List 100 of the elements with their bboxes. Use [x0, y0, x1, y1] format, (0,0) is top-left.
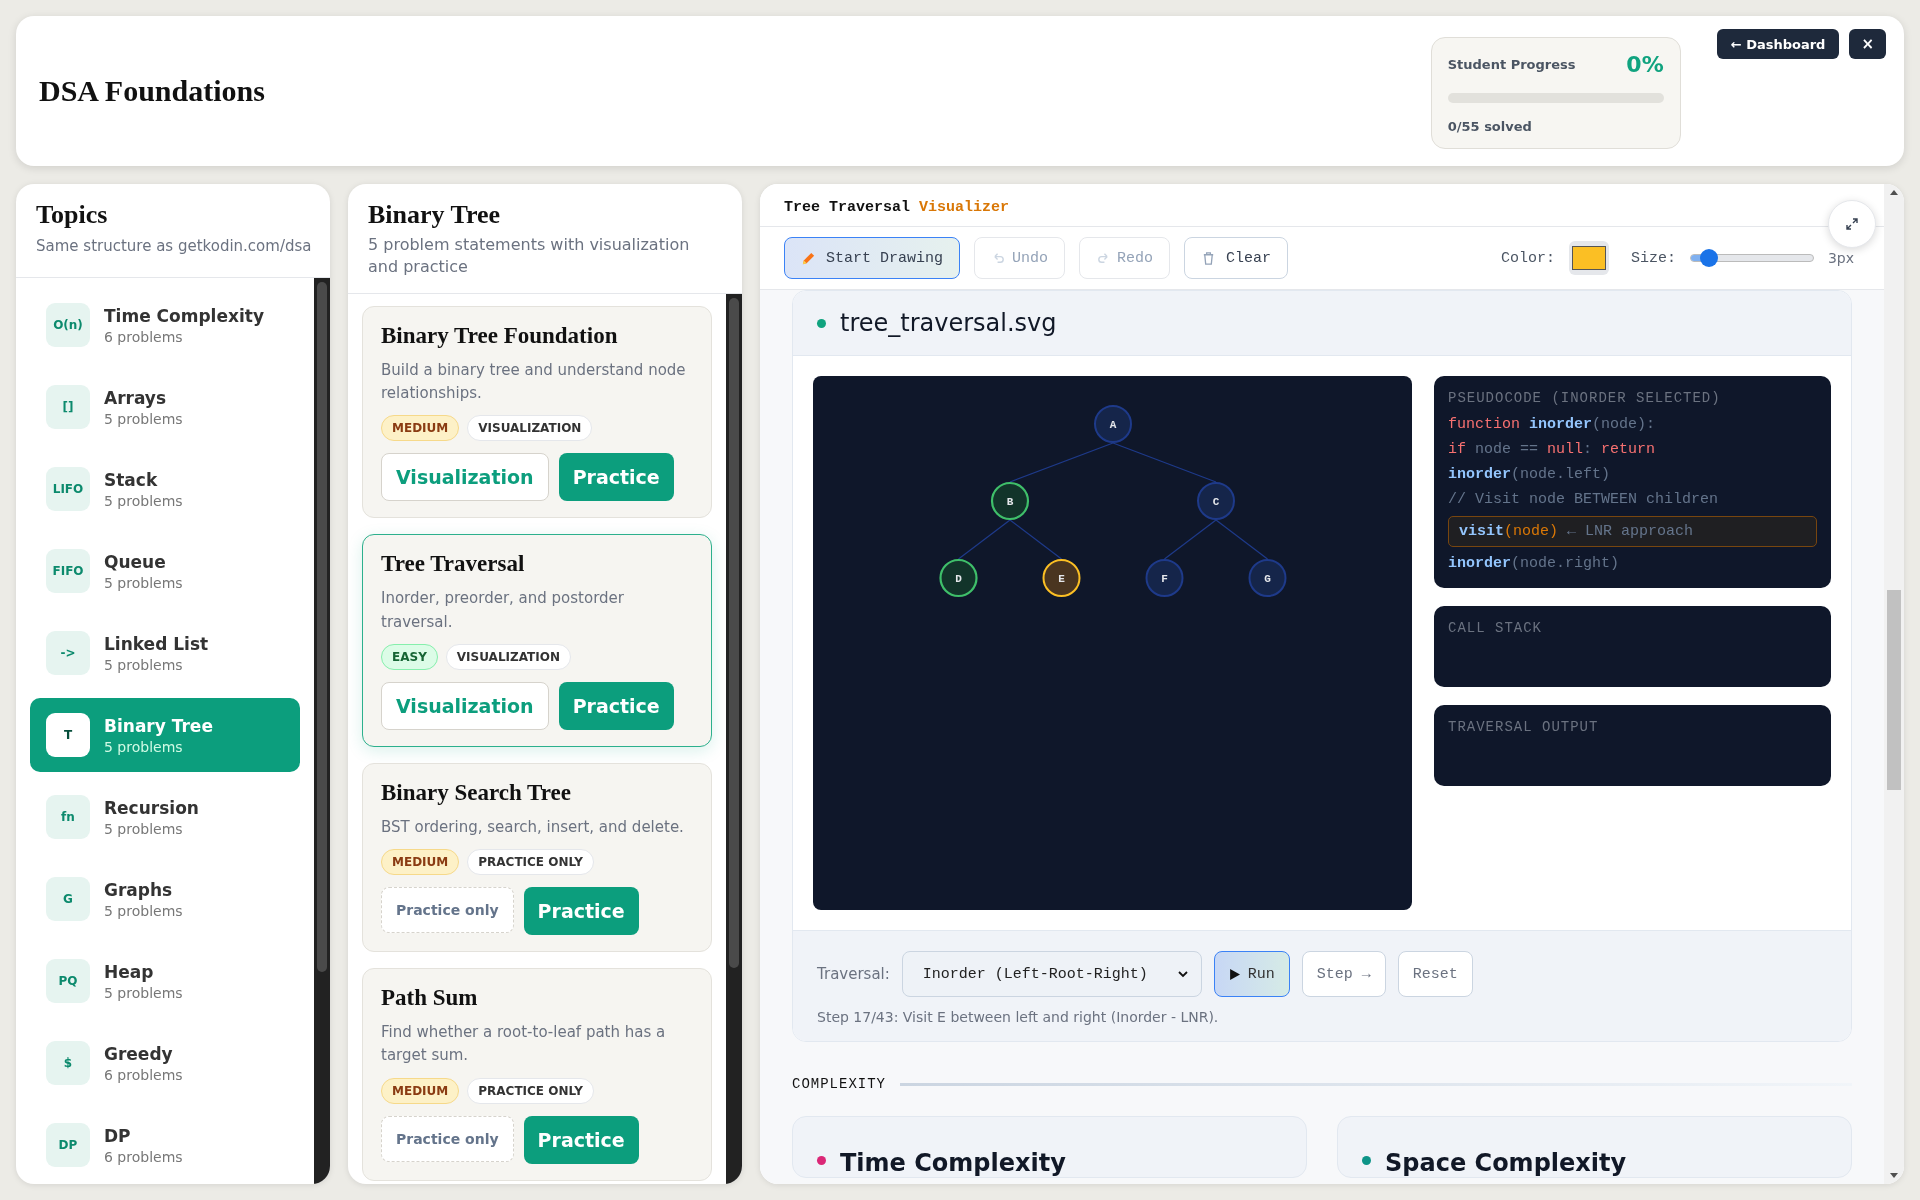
tree-canvas[interactable]: A B D E C F G: [813, 376, 1412, 910]
problem-card[interactable]: Binary Search Tree BST ordering, search, insert, and delete. MEDIUM PRACTICE ONLY Practice only Practice: [362, 762, 712, 953]
difficulty-badge: EASY: [381, 643, 438, 670]
code-line: if node == null: return: [1448, 440, 1657, 460]
topic-icon: DP: [46, 1123, 90, 1167]
topic-item[interactable]: $ Greedy 6 problems: [30, 1026, 300, 1100]
topic-name: Heap: [104, 961, 155, 982]
scrollbar[interactable]: [1884, 184, 1904, 1184]
problem-description: Inorder, preorder, and postorder traversal.: [381, 588, 625, 633]
topic-icon: O(n): [46, 303, 90, 347]
complexity-title: Space Complexity: [1385, 1149, 1627, 1177]
scrollbar[interactable]: [314, 278, 330, 1184]
tree-node[interactable]: F: [1145, 559, 1184, 597]
topic-count: 5 problems: [104, 656, 184, 673]
topic-icon: LIFO: [46, 467, 90, 511]
topic-name: DP: [104, 1125, 132, 1146]
topic-count: 6 problems: [104, 1148, 183, 1165]
size-slider[interactable]: [1689, 249, 1814, 267]
section-label: COMPLEXITY: [792, 1076, 886, 1092]
file-name: tree_traversal.svg: [840, 309, 1057, 337]
tree-node[interactable]: B: [990, 481, 1030, 521]
progress-percent: 0%: [1626, 52, 1664, 77]
color-picker[interactable]: [1568, 241, 1609, 275]
scrollbar-thumb[interactable]: [1887, 590, 1901, 790]
tree-edge: [957, 519, 1011, 560]
size-label: Size:: [1630, 249, 1676, 267]
topic-name: Time Complexity: [104, 305, 264, 326]
topic-count: 5 problems: [104, 902, 183, 919]
topic-icon: []: [46, 385, 90, 429]
difficulty-badge: MEDIUM: [381, 849, 460, 876]
problem-title: Tree Traversal: [381, 551, 526, 578]
size-reading: 3px: [1827, 250, 1854, 266]
panel-subtitle: 5 problem statements with visualization and practice: [368, 234, 691, 279]
slider-thumb[interactable]: [1699, 249, 1718, 267]
progress-label: Student Progress: [1447, 57, 1576, 72]
panel-title: Binary Tree: [368, 200, 502, 230]
pencil-icon: [801, 250, 816, 266]
topic-item[interactable]: PQ Heap 5 problems: [30, 944, 300, 1018]
traversal-select[interactable]: Inorder (Left-Root-Right): [901, 951, 1202, 997]
practice-only-button[interactable]: Practice only: [381, 887, 514, 934]
panel-title: Topics: [36, 200, 109, 230]
problem-card[interactable]: Path Sum Find whether a root-to-leaf path has a target sum. MEDIUM PRACTICE ONLY Practice only Practice: [362, 968, 712, 1181]
difficulty-badge: MEDIUM: [381, 415, 460, 442]
topic-item[interactable]: O(n) Time Complexity 6 problems: [30, 288, 300, 362]
tree-node[interactable]: G: [1248, 559, 1287, 597]
problem-description: Build a binary tree and understand node relationships.: [381, 359, 687, 405]
topic-item[interactable]: [] Arrays 5 problems: [30, 370, 300, 444]
code-line: function inorder(node):: [1448, 415, 1657, 435]
traversal-label: Traversal:: [817, 965, 890, 983]
topic-name: Binary Tree: [104, 715, 213, 736]
toolbar-button[interactable]: Clear: [1184, 237, 1289, 279]
color-label: Color:: [1500, 249, 1555, 267]
topic-count: 5 problems: [104, 738, 184, 755]
tree-node[interactable]: C: [1197, 482, 1235, 520]
topic-item[interactable]: fn Recursion 5 problems: [30, 780, 300, 854]
tree-node[interactable]: A: [1094, 405, 1132, 443]
topic-name: Arrays: [104, 387, 168, 408]
topic-item[interactable]: -> Linked List 5 problems: [30, 616, 300, 690]
tree-node[interactable]: E: [1042, 559, 1081, 597]
toolbar-button[interactable]: Start Drawing: [784, 237, 961, 279]
topic-count: 6 problems: [104, 328, 184, 345]
play-icon: [1228, 968, 1240, 980]
problem-title: Path Sum: [381, 985, 479, 1012]
code-line: inorder(node.left): [1448, 465, 1612, 485]
topic-icon: G: [46, 877, 90, 921]
topic-item[interactable]: T Binary Tree 5 problems: [30, 698, 300, 772]
panel-heading: PSEUDOCODE (INORDER SELECTED): [1448, 390, 1722, 406]
control-button[interactable]: Run: [1213, 951, 1290, 997]
code-line: inorder(node.right): [1448, 554, 1621, 574]
topic-count: 5 problems: [104, 492, 183, 509]
topic-count: 6 problems: [104, 1066, 183, 1083]
panel-subtitle: Same structure as getkodin.com/dsa: [36, 236, 310, 257]
problem-title: Binary Search Tree: [381, 779, 572, 806]
solved-count: 0/55 solved: [1447, 119, 1533, 134]
topic-count: 5 problems: [104, 820, 184, 837]
expand-icon: [1844, 216, 1860, 232]
topic-name: Greedy: [104, 1043, 174, 1064]
topic-item[interactable]: FIFO Queue 5 problems: [30, 534, 300, 608]
tree-edge: [1163, 519, 1217, 560]
type-badge: VISUALIZATION: [445, 643, 571, 670]
control-button[interactable]: Step →: [1301, 951, 1386, 997]
step-status: Step 17/43: Visit E between left and right (Inorder - LNR).: [817, 1009, 1220, 1025]
topic-item[interactable]: DP DP 6 problems: [30, 1108, 300, 1182]
control-button[interactable]: Reset: [1397, 951, 1473, 997]
topic-name: Queue: [104, 551, 167, 572]
scrollbar[interactable]: [726, 293, 742, 1184]
complexity-title: Time Complexity: [840, 1149, 1066, 1177]
panel-heading: TRAVERSAL OUTPUT: [1448, 719, 1600, 735]
topic-item[interactable]: LIFO Stack 5 problems: [30, 452, 300, 526]
code-line: // Visit node BETWEEN children: [1448, 490, 1720, 510]
topic-name: Graphs: [104, 879, 174, 900]
practice-only-button[interactable]: Practice only: [381, 1115, 514, 1162]
tree-edge: [1215, 519, 1269, 560]
topic-item[interactable]: G Graphs 5 problems: [30, 862, 300, 936]
topic-count: 5 problems: [104, 574, 183, 591]
topic-icon: PQ: [46, 959, 90, 1003]
tree-node[interactable]: D: [939, 558, 978, 598]
dashboard-button[interactable]: ← Dashboard: [1716, 29, 1840, 59]
close-button[interactable]: ×: [1849, 29, 1886, 59]
topic-name: Recursion: [104, 797, 199, 818]
